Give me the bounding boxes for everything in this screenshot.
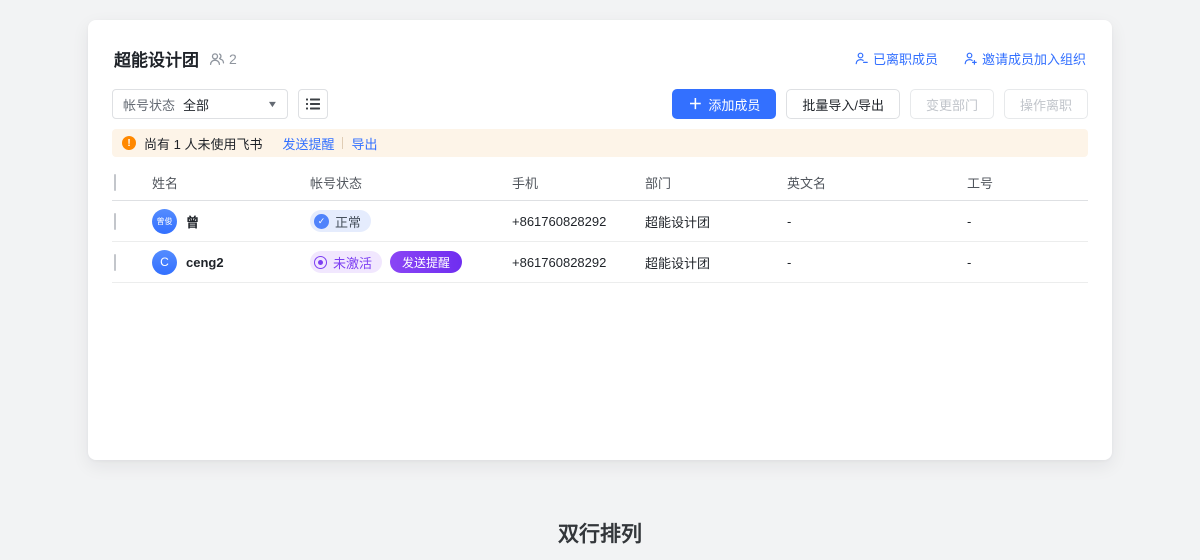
- resign-operation-label: 操作离职: [1019, 97, 1072, 113]
- employee-id-cell: -: [967, 213, 972, 229]
- table-row[interactable]: C ceng2 未激活 发送提醒 +861760828292 超能设计团 - -: [112, 242, 1088, 283]
- page-header: 超能设计团 2 已离职成员 邀请成员加入组织: [112, 46, 1088, 71]
- member-admin-card: 超能设计团 2 已离职成员 邀请成员加入组织 帐号状态 全部 ▼ ＋ 添加成员 …: [88, 20, 1112, 460]
- batch-import-export-label: 批量导入/导出: [802, 97, 884, 113]
- row-checkbox[interactable]: [114, 253, 116, 271]
- invite-members-link[interactable]: 邀请成员加入组织: [964, 49, 1086, 68]
- row-checkbox[interactable]: [114, 212, 116, 230]
- chevron-down-icon: ▼: [266, 99, 279, 109]
- dot-circle-icon: [314, 255, 327, 269]
- send-reminder-link[interactable]: 发送提醒: [282, 134, 334, 153]
- toolbar: 帐号状态 全部 ▼ ＋ 添加成员 批量导入/导出 变更部门 操作离职: [112, 89, 1088, 119]
- member-name: ceng2: [186, 254, 224, 270]
- table-header-row: 姓名 帐号状态 手机 部门 英文名 工号: [112, 165, 1088, 201]
- col-header-name: 姓名: [152, 176, 179, 191]
- people-count-icon: [209, 52, 225, 65]
- col-header-english-name: 英文名: [787, 176, 827, 191]
- col-header-employee-id: 工号: [967, 176, 994, 191]
- send-reminder-button[interactable]: 发送提醒: [390, 251, 463, 273]
- member-count-value: 2: [229, 50, 237, 67]
- phone-cell: +861760828292: [512, 213, 607, 229]
- avatar: C: [152, 249, 177, 275]
- warning-icon: !: [122, 136, 136, 150]
- table-row[interactable]: 曾俊 曾 ✓ 正常 +861760828292 超能设计团 - -: [112, 201, 1088, 242]
- export-link[interactable]: 导出: [351, 134, 377, 153]
- member-count: 2: [209, 51, 237, 67]
- department-cell: 超能设计团: [645, 255, 711, 271]
- invite-members-label: 邀请成员加入组织: [981, 52, 1086, 67]
- list-view-button[interactable]: [298, 89, 328, 119]
- account-status-filter[interactable]: 帐号状态 全部 ▼: [112, 89, 288, 119]
- filter-label: 帐号状态: [123, 97, 176, 113]
- batch-import-export-button[interactable]: 批量导入/导出: [786, 89, 900, 119]
- change-department-label: 变更部门: [925, 97, 978, 113]
- check-circle-icon: ✓: [314, 213, 329, 229]
- col-header-phone: 手机: [512, 176, 539, 191]
- status-badge: 未激活: [310, 251, 383, 273]
- english-name-cell: -: [787, 213, 792, 229]
- members-table: 姓名 帐号状态 手机 部门 英文名 工号 曾俊 曾 ✓ 正常 +86176082…: [112, 165, 1088, 283]
- resigned-members-link[interactable]: 已离职成员: [855, 49, 938, 68]
- status-label: 正常: [335, 214, 362, 230]
- avatar: 曾俊: [152, 208, 177, 234]
- figure-caption: 双行排列: [558, 523, 642, 546]
- department-cell: 超能设计团: [645, 214, 711, 230]
- change-department-button[interactable]: 变更部门: [909, 89, 994, 119]
- member-name: 曾: [186, 214, 200, 230]
- status-label: 未激活: [333, 255, 373, 271]
- status-badge: ✓ 正常: [310, 210, 372, 232]
- list-view-icon: [306, 98, 320, 110]
- phone-cell: +861760828292: [512, 254, 607, 270]
- unused-warning-banner: ! 尚有 1 人未使用飞书 发送提醒 导出: [112, 129, 1088, 157]
- add-member-button[interactable]: ＋ 添加成员: [672, 89, 777, 119]
- warning-text: 尚有 1 人未使用飞书: [144, 136, 263, 152]
- filter-value: 全部: [183, 97, 210, 113]
- select-all-checkbox[interactable]: [114, 174, 116, 191]
- employee-id-cell: -: [967, 254, 972, 270]
- resign-operation-button[interactable]: 操作离职: [1003, 89, 1088, 119]
- plus-icon: ＋: [688, 96, 703, 112]
- person-leave-icon: [855, 52, 868, 65]
- person-add-icon: [964, 52, 977, 65]
- link-divider: [342, 137, 344, 149]
- english-name-cell: -: [787, 254, 792, 270]
- col-header-department: 部门: [645, 176, 672, 191]
- page-title: 超能设计团: [114, 51, 199, 70]
- add-member-label: 添加成员: [708, 97, 761, 113]
- col-header-status: 帐号状态: [310, 176, 363, 191]
- resigned-members-label: 已离职成员: [872, 52, 938, 67]
